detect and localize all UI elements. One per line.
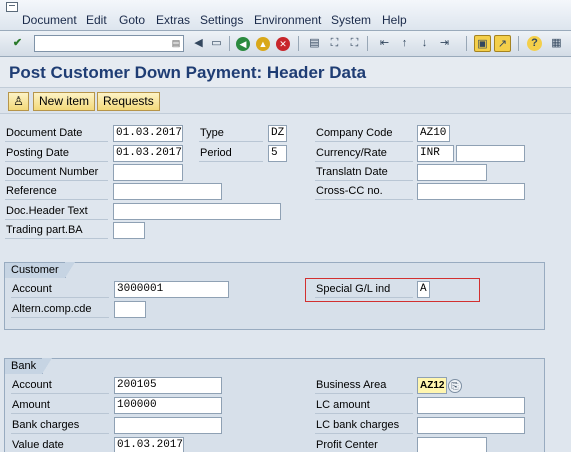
menu-edit[interactable]: Edit <box>86 13 107 27</box>
value-date-field[interactable]: 01.03.2017 <box>114 437 184 452</box>
customer-group-title: Customer <box>4 262 75 278</box>
toolbar-separator <box>518 36 519 51</box>
title-bar: Post Customer Down Payment: Header Data <box>0 57 571 88</box>
type-field[interactable]: DZ <box>268 125 287 142</box>
application-toolbar: ♙ New item Requests <box>0 88 571 114</box>
special-gl-highlight <box>305 278 480 302</box>
document-number-label: Document Number <box>5 164 108 181</box>
page-title: Post Customer Down Payment: Header Data <box>9 63 367 82</box>
trading-part-ba-field[interactable] <box>113 222 145 239</box>
back-icon[interactable]: ◀ <box>236 37 250 51</box>
bank-charges-field[interactable] <box>114 417 222 434</box>
help-icon[interactable]: ? <box>527 36 542 51</box>
first-page-icon[interactable]: ⇤ <box>376 35 393 52</box>
shortcut-icon[interactable]: ↗ <box>494 35 511 52</box>
company-code-label: Company Code <box>315 125 413 142</box>
menu-system[interactable]: System <box>331 13 371 27</box>
requests-button[interactable]: Requests <box>97 92 160 111</box>
toolbar-separator <box>367 36 368 51</box>
doc-header-text-label: Doc.Header Text <box>5 203 108 220</box>
exchange-rate-field[interactable] <box>456 145 525 162</box>
type-label: Type <box>199 125 263 142</box>
command-field[interactable]: ▤ <box>34 35 184 52</box>
user-icon[interactable]: ♙ <box>8 92 29 111</box>
currency-rate-label: Currency/Rate <box>315 145 413 162</box>
altern-comp-cde-field[interactable] <box>114 301 146 318</box>
customer-account-label: Account <box>11 281 109 298</box>
altern-comp-cde-label: Altern.comp.cde <box>11 301 109 318</box>
find-next-icon[interactable]: ⛶ <box>346 35 363 52</box>
lc-bank-charges-label: LC bank charges <box>315 417 413 434</box>
lc-amount-field[interactable] <box>417 397 525 414</box>
cross-cc-field[interactable] <box>417 183 525 200</box>
doc-header-text-field[interactable] <box>113 203 281 220</box>
next-page-icon[interactable]: ↓ <box>416 35 433 52</box>
reference-label: Reference <box>5 183 108 200</box>
lc-amount-label: LC amount <box>315 397 413 414</box>
menu-settings[interactable]: Settings <box>200 13 243 27</box>
translation-date-label: Translatn Date <box>315 164 413 181</box>
posting-date-label: Posting Date <box>5 145 108 162</box>
search-help-icon[interactable]: ⎘ <box>448 379 462 393</box>
posting-date-field[interactable]: 01.03.2017 <box>113 145 183 162</box>
menu-bar: Document Edit Goto Extras Settings Envir… <box>0 0 571 31</box>
main-area: Document Date 01.03.2017 Type DZ Company… <box>0 114 571 452</box>
customer-account-field[interactable]: 3000001 <box>114 281 229 298</box>
command-history-icon[interactable]: ▤ <box>171 37 181 50</box>
profit-center-field[interactable] <box>417 437 487 452</box>
print-icon[interactable]: ▤ <box>306 35 323 52</box>
amount-field[interactable]: 100000 <box>114 397 222 414</box>
document-date-label: Document Date <box>5 125 108 142</box>
business-area-label: Business Area <box>315 377 413 394</box>
document-date-field[interactable]: 01.03.2017 <box>113 125 183 142</box>
menu-environment[interactable]: Environment <box>254 13 321 27</box>
menu-help[interactable]: Help <box>382 13 407 27</box>
bank-charges-label: Bank charges <box>11 417 109 434</box>
period-field[interactable]: 5 <box>268 145 287 162</box>
toolbar-separator <box>466 36 467 51</box>
bank-group: Bank Account 200105 Business Area AZ12 ⎘… <box>4 358 545 452</box>
toolbar-separator <box>298 36 299 51</box>
back-arrow-icon[interactable]: ◀ <box>190 35 207 52</box>
menu-document[interactable]: Document <box>22 13 77 27</box>
system-menu-icon[interactable] <box>6 2 18 12</box>
company-code-field[interactable]: AZ10 <box>417 125 450 142</box>
currency-field[interactable]: INR <box>417 145 454 162</box>
menu-extras[interactable]: Extras <box>156 13 190 27</box>
trading-part-ba-label: Trading part.BA <box>5 222 108 239</box>
enter-icon[interactable]: ✔ <box>9 35 26 52</box>
period-label: Period <box>199 145 263 162</box>
cross-cc-label: Cross-CC no. <box>315 183 413 200</box>
bank-account-label: Account <box>11 377 109 394</box>
customize-layout-icon[interactable]: ▦ <box>548 35 565 52</box>
translation-date-field[interactable] <box>417 164 487 181</box>
standard-toolbar: ✔ ▤ ◀ ▭ ◀ ▲ ✕ ▤ ⛶ ⛶ ⇤ ↑ ↓ ⇥ ▣ ↗ ? ▦ <box>0 31 571 57</box>
new-item-button[interactable]: New item <box>33 92 96 111</box>
create-session-icon[interactable]: ▣ <box>474 35 491 52</box>
lc-bank-charges-field[interactable] <box>417 417 525 434</box>
previous-page-icon[interactable]: ↑ <box>396 35 413 52</box>
reference-field[interactable] <box>113 183 222 200</box>
profit-center-label: Profit Center <box>315 437 413 452</box>
business-area-field[interactable]: AZ12 <box>417 377 447 394</box>
find-icon[interactable]: ⛶ <box>326 35 343 52</box>
bank-account-field[interactable]: 200105 <box>114 377 222 394</box>
toolbar-separator <box>229 36 230 51</box>
save-icon[interactable]: ▭ <box>208 35 225 52</box>
amount-label: Amount <box>11 397 109 414</box>
last-page-icon[interactable]: ⇥ <box>436 35 453 52</box>
exit-icon[interactable]: ▲ <box>256 37 270 51</box>
value-date-label: Value date <box>11 437 109 452</box>
cancel-icon[interactable]: ✕ <box>276 37 290 51</box>
menu-goto[interactable]: Goto <box>119 13 145 27</box>
bank-group-title: Bank <box>4 358 53 374</box>
document-number-field[interactable] <box>113 164 183 181</box>
